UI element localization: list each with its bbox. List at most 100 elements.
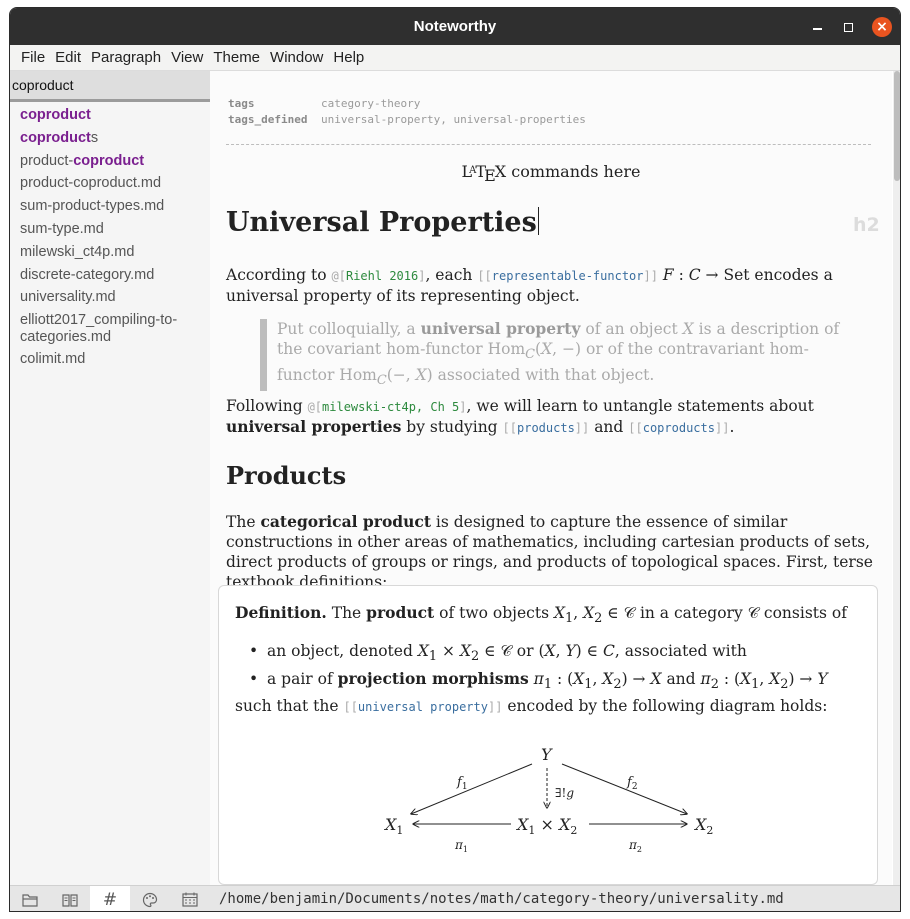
frontmatter-key: tags_defined: [228, 113, 308, 126]
wikilink[interactable]: [[products]]: [503, 421, 590, 435]
app-window: Noteworthy × File Edit Paragraph View Th…: [9, 7, 901, 912]
diagram-node-product: X1 × X2: [515, 815, 577, 837]
wikilink[interactable]: [[coproducts]]: [628, 421, 729, 435]
latex-commands-text: commands here: [511, 162, 641, 181]
menu-view[interactable]: View: [166, 49, 208, 66]
menu-theme[interactable]: Theme: [208, 49, 265, 66]
citation[interactable]: @[Riehl 2016]: [332, 269, 426, 283]
maximize-button[interactable]: [838, 17, 858, 37]
minimize-button[interactable]: [807, 17, 827, 37]
file-item[interactable]: elliott2017_compiling-to-categories.md: [20, 309, 208, 348]
heading-products: Products: [226, 461, 347, 490]
text: Put colloquially, a: [277, 320, 416, 338]
wikilink-text: universal property: [357, 700, 488, 714]
diagram-node-x1: X1: [383, 815, 403, 837]
file-name-suffix: s: [90, 129, 99, 146]
file-item[interactable]: product-coproduct: [20, 150, 208, 173]
diagram-label-f2: f2: [626, 775, 638, 792]
citation-text: Riehl 2016: [345, 269, 419, 283]
tab-files[interactable]: [10, 886, 50, 911]
bold-text: universal properties: [226, 417, 402, 436]
file-item[interactable]: universality.md: [20, 286, 208, 309]
file-name: sum-type.md: [20, 220, 104, 237]
file-item[interactable]: sum-product-types.md: [20, 195, 208, 218]
file-name: elliott2017_compiling-to-categories.md: [20, 312, 178, 346]
paragraph-products: The categorical product is designed to c…: [226, 512, 876, 592]
diagram-label-pi2: π2: [628, 838, 642, 854]
file-item[interactable]: coproducts: [20, 127, 208, 150]
editor-scrollbar[interactable]: [893, 71, 900, 885]
editor-pane[interactable]: tags category-theory tags_defined universa…: [210, 71, 892, 885]
wikilink-text: representable-functor: [491, 269, 644, 283]
wikilink[interactable]: [[representable-functor]]: [477, 269, 658, 283]
search-box: [10, 71, 210, 102]
file-item[interactable]: milewski_ct4p.md: [20, 241, 208, 264]
definition-label: Definition.: [235, 603, 327, 622]
text: , associated with: [614, 642, 747, 660]
frontmatter-key: tags: [228, 97, 255, 110]
paragraph-following: Following @[milewski-ct4p, Ch 5], we wil…: [226, 396, 876, 438]
text: The: [331, 604, 362, 622]
file-path: /home/benjamin/Documents/notes/math/cate…: [219, 891, 784, 907]
frontmatter-divider: [226, 144, 871, 145]
menu-help[interactable]: Help: [328, 49, 369, 66]
math-inline: (X, Y) ∈ C: [538, 642, 615, 660]
definition-box: Definition. The product of two objects X…: [218, 585, 878, 885]
diagram-label-f1: f1: [456, 775, 468, 792]
text: an object, denoted: [267, 642, 413, 660]
file-item[interactable]: coproduct: [20, 104, 208, 127]
wikilink-text: products: [517, 421, 575, 435]
text: associated with that object.: [437, 366, 655, 385]
text: The: [226, 513, 256, 531]
scrollbar-thumb[interactable]: [894, 71, 900, 181]
latex-logo: LATEX: [461, 162, 507, 185]
blockquote: Put colloquially, a universal property o…: [260, 319, 860, 392]
text: , we will learn to untangle statements a…: [466, 397, 814, 415]
math-inline: F : C → Set: [662, 266, 750, 284]
file-name: sum-product-types.md: [20, 198, 165, 215]
heading-text: Universal Properties: [226, 207, 537, 238]
tab-themes[interactable]: [130, 886, 170, 911]
diagram-label-pi1: π1: [454, 838, 468, 854]
math-inline: 𝒞: [747, 604, 759, 622]
arrow-f1: [411, 763, 533, 814]
bottom-bar: # /home/benjamin/Documents/notes/math/ca…: [10, 885, 900, 911]
close-icon: ×: [876, 19, 888, 35]
file-item[interactable]: discrete-category.md: [20, 264, 208, 287]
text: and: [666, 670, 696, 689]
text: Following: [226, 397, 303, 415]
text: , each: [425, 266, 473, 284]
tab-tags[interactable]: #: [90, 886, 130, 911]
menu-file[interactable]: File: [16, 49, 50, 66]
file-name: product-coproduct.md: [20, 175, 162, 192]
heading-level-indicator: h2: [853, 214, 880, 236]
tab-outline[interactable]: [50, 886, 90, 911]
heading-universal-properties: Universal Properties: [226, 207, 539, 238]
math-inline: X: [682, 320, 694, 338]
citation[interactable]: @[milewski-ct4p, Ch 5]: [308, 400, 467, 414]
tab-calendar[interactable]: [170, 886, 210, 911]
menu-paragraph[interactable]: Paragraph: [86, 49, 166, 66]
math-inline: π1 : (X1, X2) → X: [533, 670, 662, 693]
file-name-prefix: product-: [20, 152, 74, 169]
text: by studying: [406, 418, 498, 436]
file-name-match: coproduct: [20, 107, 91, 123]
file-item[interactable]: sum-type.md: [20, 218, 208, 241]
menu-bar: File Edit Paragraph View Theme Window He…: [10, 45, 900, 71]
bold-text: categorical product: [260, 512, 431, 531]
diagram-node-y: Y: [541, 745, 553, 764]
frontmatter-value: universal-property, universal-properties: [321, 113, 586, 126]
paragraph-intro: According to @[Riehl 2016], each [[repre…: [226, 265, 876, 306]
close-button[interactable]: ×: [872, 17, 892, 37]
list-item: an object, denoted X1 × X2 ∈ 𝒞 or (X, Y)…: [249, 640, 828, 668]
wikilink[interactable]: [[universal property]]: [343, 700, 502, 714]
file-item[interactable]: colimit.md: [20, 348, 208, 371]
menu-edit[interactable]: Edit: [50, 49, 86, 66]
bold-text: projection morphisms: [337, 669, 529, 689]
file-item[interactable]: product-coproduct.md: [20, 172, 208, 195]
frontmatter-value: category-theory: [321, 97, 421, 110]
diagram-label-g: ∃!g: [555, 786, 574, 800]
search-input[interactable]: [10, 71, 210, 99]
calendar-icon: [182, 892, 198, 907]
menu-window[interactable]: Window: [265, 49, 328, 66]
